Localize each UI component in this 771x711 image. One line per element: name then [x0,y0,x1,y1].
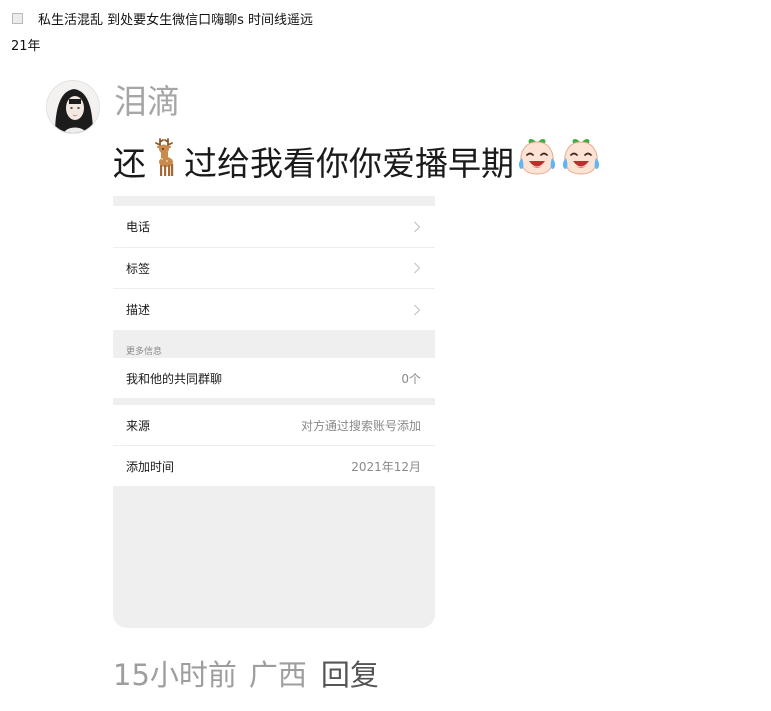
crying-laughing-face-icon [516,136,558,186]
added-time-label: 添加时间 [126,459,175,474]
added-time-value: 2021年12月 [351,459,421,474]
avatar[interactable] [46,80,100,134]
comment-text-start: 还 [113,144,146,183]
source-label: 来源 [126,418,151,433]
post-title: 私生活混乱 到处要女生微信口嗨聊s 时间线遥远 [38,12,314,28]
comment-time: 15小时前 [113,658,237,692]
phone-row-label: 电话 [126,220,151,234]
comment-text-end: 过给我看你你爱播早期 [184,144,514,183]
common-groups-row: 我和他的共同群聊 0个 [113,358,435,398]
contact-info-screenshot[interactable]: 电话 标签 描述 更多信息 我和他的共同群聊 0个 来源 对方通过搜索账号添加 … [113,196,435,628]
common-groups-count: 0个 [401,371,421,386]
comment-text: 还 过给我看你你爱播早期 [113,136,602,186]
chevron-right-icon [414,221,421,232]
post-header: 私生活混乱 到处要女生微信口嗨聊s 时间线遥远 [10,9,314,28]
comment-username[interactable]: 泪滴 [114,80,180,124]
crying-laughing-face-icon [560,136,602,186]
tag-row: 标签 [113,248,435,288]
common-groups-label: 我和他的共同群聊 [126,371,223,386]
chevron-right-icon [414,262,421,274]
phone-row: 电话 [113,206,435,247]
chevron-right-icon [414,304,421,315]
description-row: 描述 [113,289,435,330]
more-info-section-label: 更多信息 [126,347,163,357]
comment-location: 广西 [248,658,307,692]
source-row: 来源 对方通过搜索账号添加 [113,405,435,445]
tag-row-label: 标签 [126,261,151,276]
year-label: 21年 [11,39,41,54]
added-time-row: 添加时间 2021年12月 [113,446,435,486]
comment-footer: 15小时前 广西 回复 [113,651,379,695]
description-row-label: 描述 [126,303,151,317]
select-checkbox[interactable] [12,12,23,24]
reply-button[interactable]: 回复 [321,652,379,694]
deer-emoji-icon [150,137,180,185]
source-value: 对方通过搜索账号添加 [300,418,421,433]
